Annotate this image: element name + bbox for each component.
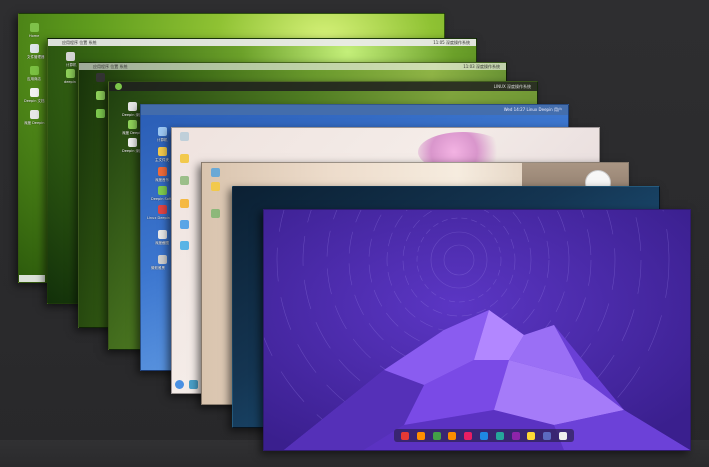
panel-status: LINUX 深度操作系统 xyxy=(493,84,531,89)
photos-icon[interactable] xyxy=(511,431,520,440)
folder-icon[interactable] xyxy=(158,147,167,156)
deepin-doc-icon[interactable] xyxy=(96,109,105,118)
desktop-label: 计算机 xyxy=(66,63,77,67)
desktop-label: Deepin 文档 xyxy=(24,99,45,103)
terminal-icon[interactable] xyxy=(96,73,105,82)
desktop-label: 应用商店 xyxy=(27,77,41,81)
desktop-label: 文件管理器 xyxy=(27,55,45,59)
deepin-icon[interactable] xyxy=(66,69,75,78)
desktop-label: 深度音乐 xyxy=(155,178,169,182)
browser-icon[interactable] xyxy=(416,431,425,440)
launcher-icon[interactable] xyxy=(175,380,184,389)
panel-menu[interactable]: 应用程序 位置 系统 xyxy=(62,40,97,45)
terminal-icon[interactable] xyxy=(495,431,504,440)
trash-icon[interactable] xyxy=(559,431,568,440)
desktop-label: 深度截图 xyxy=(155,241,169,245)
deepin-icon[interactable] xyxy=(96,91,105,100)
trash-icon[interactable] xyxy=(180,176,189,185)
computer-icon[interactable] xyxy=(66,52,75,61)
store-icon[interactable] xyxy=(30,66,39,75)
panel-clock: 11:05 深度操作系统 xyxy=(433,40,470,45)
screenshot-icon[interactable] xyxy=(158,230,167,239)
desktop-label: 计算机 xyxy=(157,138,168,142)
document-icon[interactable] xyxy=(30,88,39,97)
star-trail-wallpaper xyxy=(264,210,690,450)
top-panel: LINUX 深度操作系统 xyxy=(109,82,537,91)
files-icon[interactable] xyxy=(128,102,137,111)
music-icon[interactable] xyxy=(464,431,473,440)
top-panel: 应用程序 位置 系统 11:03 深度操作系统 xyxy=(79,63,506,70)
file-manager-icon[interactable] xyxy=(30,44,39,53)
manual-icon[interactable] xyxy=(180,241,189,250)
desktop-label: Home xyxy=(29,34,40,38)
chrome-icon[interactable] xyxy=(527,431,536,440)
desktop-label: 主文件夹 xyxy=(155,158,169,162)
panel-clock: Wed 14:27 Linux Deepin 用户 xyxy=(503,107,562,112)
desktop-label: 深度 Deepin xyxy=(24,121,45,125)
video-icon[interactable] xyxy=(479,431,488,440)
panel-menu[interactable]: 应用程序 位置 系统 xyxy=(93,64,128,69)
taskbar xyxy=(19,275,45,282)
user-icon[interactable] xyxy=(180,199,189,208)
files-icon[interactable] xyxy=(189,380,198,389)
store-icon[interactable] xyxy=(180,220,189,229)
deepin-icon[interactable] xyxy=(30,110,39,119)
music-icon[interactable] xyxy=(158,167,167,176)
desktop-label: 微软雅黑 xyxy=(151,266,165,270)
screenshot-deepin-purple xyxy=(263,209,691,451)
font-icon[interactable] xyxy=(158,255,167,264)
user-center-icon[interactable] xyxy=(158,205,167,214)
desktop-label: deepin xyxy=(64,80,76,84)
top-panel: 应用程序 位置 系统 11:05 深度操作系统 xyxy=(48,39,476,46)
top-panel: Wed 14:27 Linux Deepin 用户 xyxy=(141,105,568,115)
settings-icon[interactable] xyxy=(543,431,552,440)
launcher-icon[interactable] xyxy=(400,431,409,440)
computer-icon[interactable] xyxy=(211,168,220,177)
trash-icon[interactable] xyxy=(211,209,220,218)
panel-clock: 11:03 深度操作系统 xyxy=(463,64,500,69)
menu-icon[interactable] xyxy=(115,83,122,90)
software-icon[interactable] xyxy=(158,186,167,195)
computer-icon[interactable] xyxy=(180,132,189,141)
computer-icon[interactable] xyxy=(158,127,167,136)
store-icon[interactable] xyxy=(448,431,457,440)
files-icon[interactable] xyxy=(432,431,441,440)
folder-icon[interactable] xyxy=(211,182,220,191)
dock xyxy=(394,429,574,442)
deepin-icon[interactable] xyxy=(128,120,137,129)
doc-icon[interactable] xyxy=(128,138,137,147)
home-icon[interactable] xyxy=(30,23,39,32)
folder-icon[interactable] xyxy=(180,154,189,163)
